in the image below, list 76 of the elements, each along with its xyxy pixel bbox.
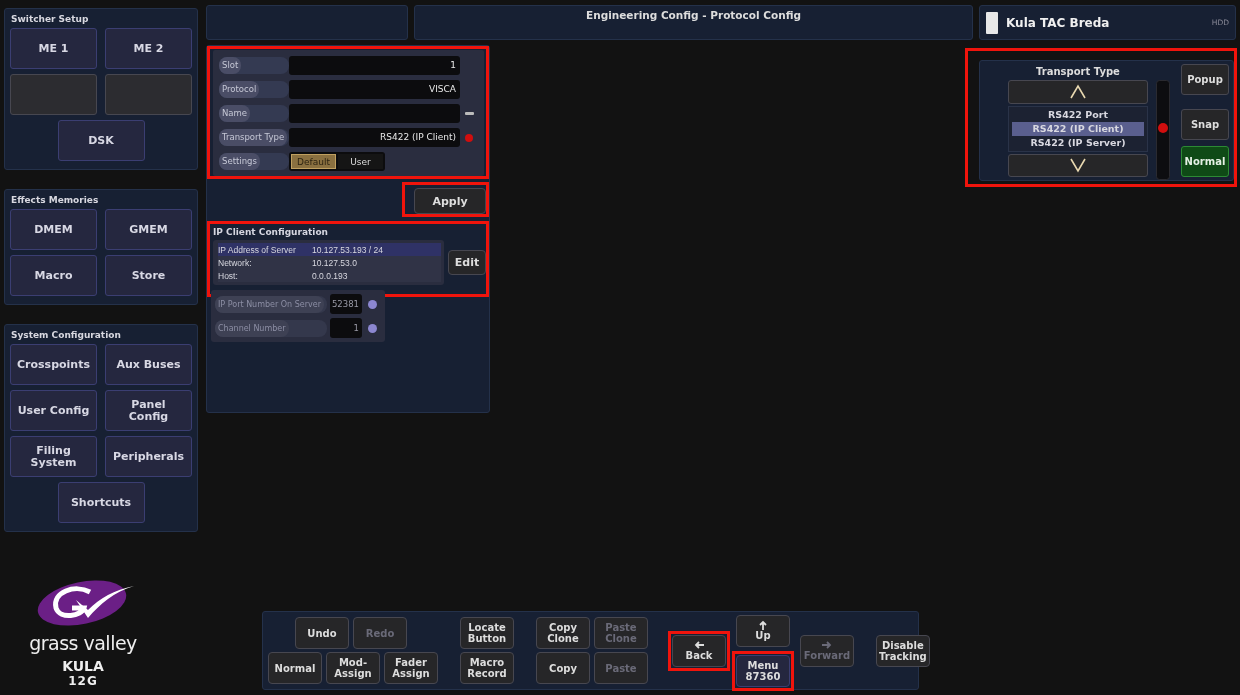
menu-button[interactable]: Shortcuts (57, 482, 145, 523)
menu-button[interactable]: Panel Config (105, 390, 192, 431)
status-dot (368, 323, 377, 333)
apply-button[interactable]: Apply (414, 188, 486, 214)
left-arrow-icon (694, 640, 704, 650)
field-label: Protocol (219, 81, 260, 98)
menu-button[interactable]: DMEM (10, 209, 97, 250)
mode-button[interactable]: Snap (1181, 109, 1229, 140)
field-label: Slot (219, 57, 242, 74)
field-label: Name (219, 105, 251, 122)
list-option[interactable]: RS422 (IP Client) (1012, 121, 1144, 136)
product-name: KULA (62, 658, 104, 674)
empty-button[interactable] (105, 74, 192, 115)
field-label: IP Port Number On Server (215, 295, 324, 313)
mode-button[interactable]: Popup (1181, 64, 1229, 95)
section-title: Switcher Setup (11, 14, 90, 24)
toolbar-button[interactable]: Copy (536, 652, 590, 684)
edit-button[interactable]: Edit (448, 250, 486, 275)
info-value: 0.0.0.193 (312, 270, 348, 281)
up-button[interactable]: Up (736, 614, 790, 647)
menu-button[interactable]: Store (105, 255, 192, 296)
device-name: Kula TAC Breda (1006, 15, 1111, 30)
info-label: Network: (218, 257, 253, 268)
menu-button[interactable]: DSK (57, 120, 145, 161)
menu-button[interactable]: Macro (10, 255, 97, 296)
info-label: IP Address of Server (218, 244, 297, 255)
toolbar-button[interactable]: Normal (268, 652, 322, 684)
tracking-button[interactable]: Disable Tracking (876, 634, 930, 667)
menu-button[interactable]: Menu 87360 (736, 654, 790, 687)
back-button[interactable]: Back (672, 634, 726, 667)
toolbar-button[interactable]: Copy Clone (536, 617, 590, 649)
mode-button[interactable]: Normal (1181, 146, 1229, 177)
info-label: Host: (218, 270, 239, 281)
value-field[interactable]: 1 (289, 56, 460, 75)
menu-button[interactable]: Aux Buses (105, 344, 192, 385)
status-dot (368, 299, 377, 309)
up-arrow-icon (758, 620, 768, 630)
section-title: System Configuration (11, 330, 122, 340)
menu-button[interactable]: ME 2 (105, 28, 192, 69)
status-dot (465, 133, 473, 142)
field-label: Channel Number (215, 319, 289, 337)
list-title: Transport Type (1036, 65, 1120, 79)
brand-name: grass valley (29, 632, 137, 654)
menu-button[interactable]: Crosspoints (10, 344, 97, 385)
list-option[interactable]: RS422 Port (1012, 107, 1144, 122)
scroll-up-button[interactable] (1008, 80, 1148, 104)
dash-indicator (464, 112, 474, 115)
scroll-down-button[interactable] (1008, 153, 1148, 177)
menu-button[interactable]: User Config (10, 390, 97, 431)
page-title: Engineering Config - Protocol Config (586, 9, 801, 23)
toolbar-button[interactable]: Locate Button (460, 617, 514, 649)
chevron-up-icon (1068, 83, 1088, 100)
list-option[interactable]: RS422 (IP Server) (1012, 135, 1144, 150)
device-icon (986, 11, 998, 34)
menu-button[interactable]: Peripherals (105, 436, 192, 477)
toolbar-button[interactable]: Undo (295, 617, 349, 649)
menu-button[interactable]: GMEM (105, 209, 192, 250)
menu-button[interactable]: Filing System (10, 436, 97, 477)
toolbar-button[interactable]: Macro Record (460, 652, 514, 684)
empty-button[interactable] (10, 74, 97, 115)
toolbar-button[interactable]: Fader Assign (384, 652, 438, 684)
segment-option[interactable]: User (338, 154, 383, 169)
right-arrow-icon (822, 640, 832, 650)
info-value: 10.127.53.193 / 24 (312, 244, 383, 255)
value-field[interactable]: VISCA (289, 80, 460, 99)
field-label: Settings (219, 153, 260, 170)
info-value: 10.127.53.0 (312, 257, 357, 268)
model-name: 12G (68, 674, 98, 688)
menu-button[interactable]: ME 1 (10, 28, 97, 69)
value-field[interactable] (289, 104, 460, 123)
section-title: Effects Memories (11, 195, 100, 205)
toolbar-button[interactable]: Mod-Assign (326, 652, 380, 684)
field-label: Transport Type (219, 129, 288, 146)
chevron-down-icon (1068, 157, 1088, 174)
section-title: IP Client Configuration (213, 227, 329, 237)
value-field[interactable]: RS422 (IP Client) (289, 128, 460, 147)
